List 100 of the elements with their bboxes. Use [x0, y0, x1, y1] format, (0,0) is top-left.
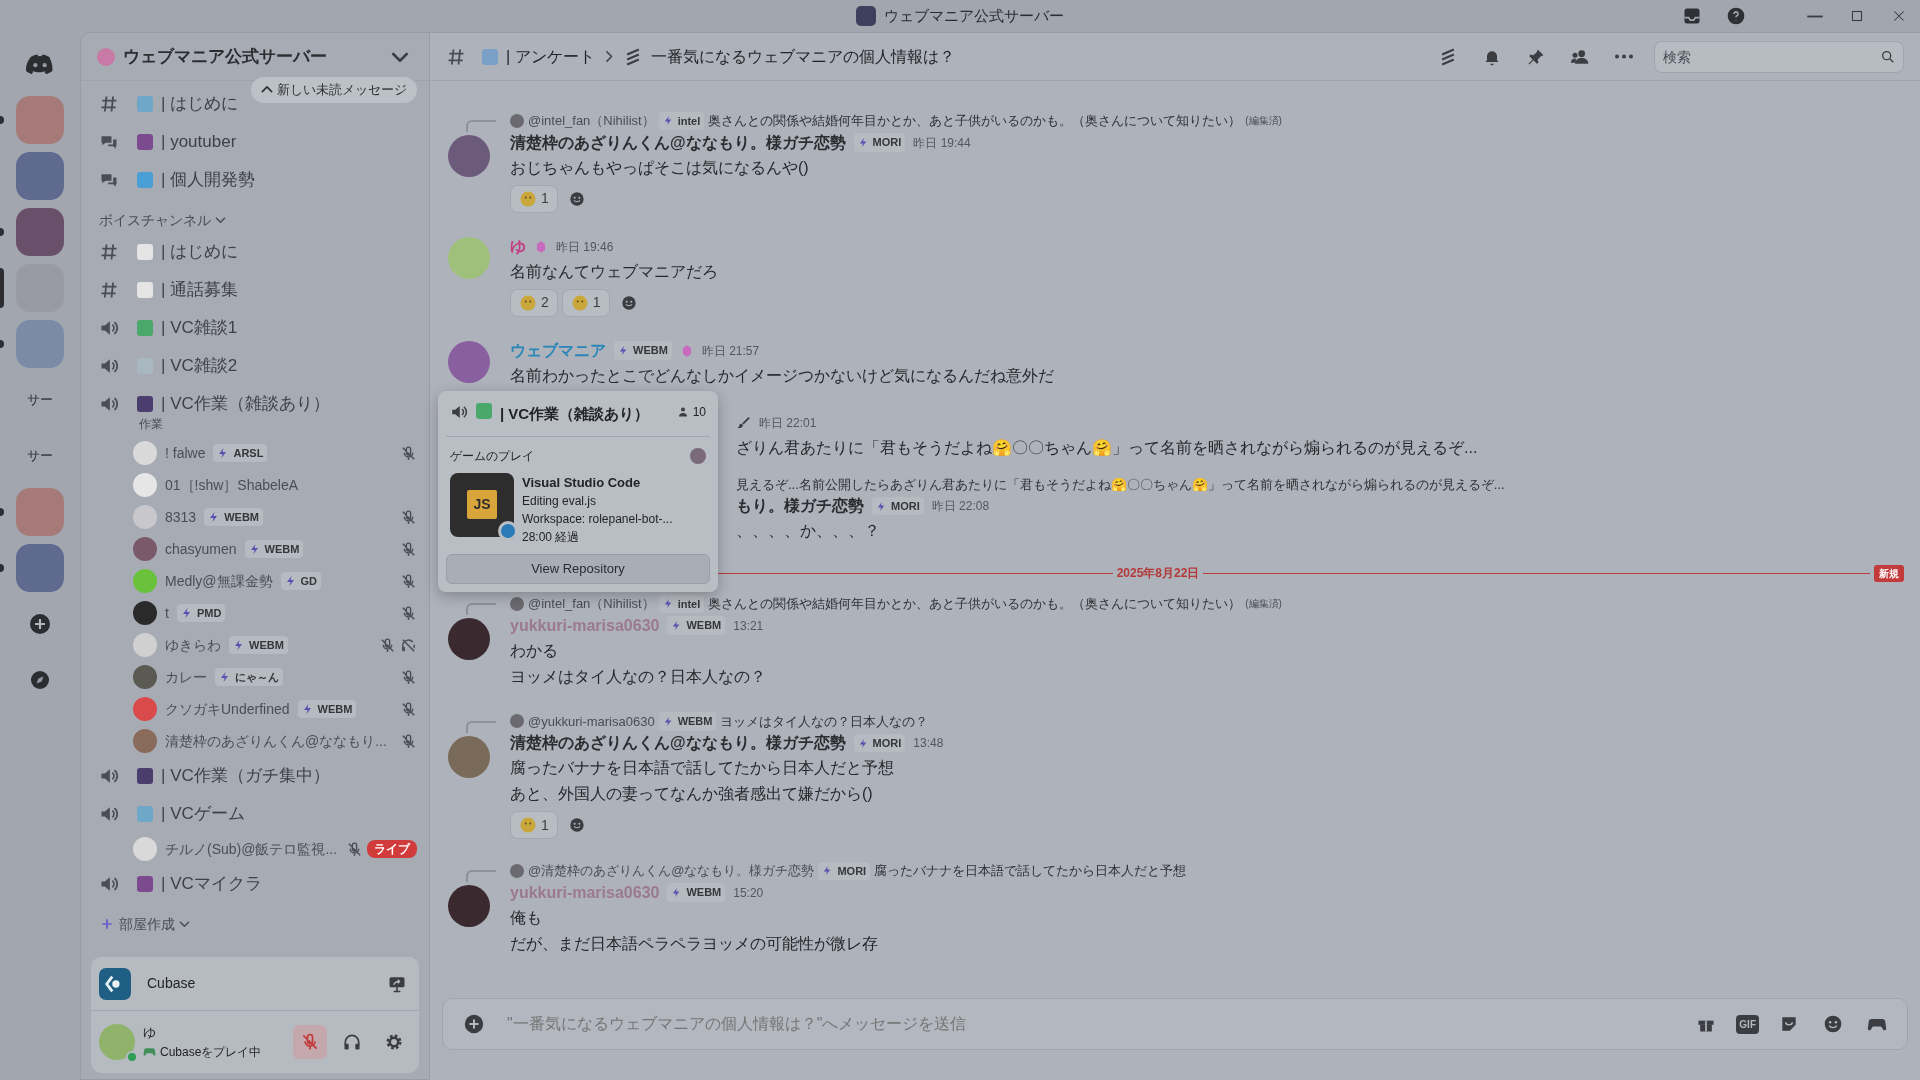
compass-icon: [28, 668, 52, 692]
category-label[interactable]: ボイスチャンネル: [99, 209, 211, 231]
message-text: おじちゃんもやっぱそこは気になるんや(): [510, 157, 810, 178]
avatar[interactable]: [448, 885, 490, 927]
voice-member[interactable]: 8313 WEBM: [81, 501, 429, 533]
mute-button[interactable]: [293, 1025, 327, 1059]
channel-item[interactable]: | 個人開発勢: [81, 161, 268, 199]
settings-icon: [384, 1032, 404, 1052]
reply-connector: [466, 870, 496, 882]
tag-icon: [248, 543, 261, 555]
voice-member[interactable]: ! falwe ARSL: [81, 437, 429, 469]
voice-member[interactable]: t PMD: [81, 597, 429, 629]
channel-item[interactable]: | VCゲーム: [81, 795, 257, 833]
author-name[interactable]: 清楚枠のあざりんくん@ななもり。様ガチ恋勢: [510, 130, 846, 155]
channel-emoji-icon: [137, 320, 153, 336]
channel-item[interactable]: | VC雑談1: [81, 309, 250, 347]
reply-author[interactable]: @清楚枠のあざりんくん@ななもり。様ガチ恋勢: [528, 861, 815, 881]
guild-tag: MORI: [872, 496, 924, 516]
avatar: [133, 441, 157, 465]
edited-label: (編集済): [1245, 114, 1282, 129]
channel-item[interactable]: | はじめに: [81, 233, 251, 271]
reaction-button[interactable]: 1: [510, 184, 558, 213]
reply-avatar: [510, 113, 524, 128]
category-label[interactable]: 部屋作成: [119, 913, 175, 935]
channel-emoji-icon: [482, 48, 498, 65]
voice-member[interactable]: 01［!shw］ShabeleA: [81, 469, 429, 501]
reply-text[interactable]: 奥さんとの関係や結婚何年目かとか、あと子供がいるのかも。（奥さんについて知りたい）: [708, 594, 1242, 614]
plus-icon: [99, 916, 115, 932]
reaction-button[interactable]: 2: [510, 288, 558, 317]
reply-text[interactable]: 腐ったバナナを日本語で話してたから日本人だと予想: [874, 861, 1187, 881]
gif-button[interactable]: GIF: [1736, 1014, 1759, 1034]
new-badge: 新規: [1874, 564, 1904, 582]
voice-member[interactable]: チルノ(Sub)@飯テロ監視... ライブ: [81, 833, 429, 865]
voice-member[interactable]: ゆきらわ WEBM: [81, 629, 429, 661]
reply-text[interactable]: 奥さんとの関係や結婚何年目かとか、あと子供がいるのかも。（奥さんについて知りたい）: [708, 111, 1242, 131]
message-text: あと、外国人の妻ってなんか強者感出て嫌だから(): [510, 784, 874, 804]
voice-member[interactable]: Medly@無課金勢 GD: [81, 565, 429, 597]
timestamp: 13:21: [733, 617, 764, 635]
avatar[interactable]: [448, 135, 490, 177]
chevron-up-icon: [261, 86, 273, 94]
view-repository-button[interactable]: View Repository: [446, 554, 710, 584]
channel-item[interactable]: | VCマイクラ: [81, 865, 274, 903]
hash-icon: [446, 46, 466, 67]
reply-avatar: [510, 863, 524, 878]
inbox-icon: [1682, 6, 1702, 26]
message-input[interactable]: "一番気になるウェブマニアの個人情報は？"へメッセージを送信: [505, 1011, 1677, 1037]
new-messages-toast[interactable]: 新しい未読メッセージ: [251, 77, 417, 103]
reply-author[interactable]: @intel_fan（Nihilist）: [528, 594, 655, 614]
channel-item[interactable]: | youtuber: [81, 123, 249, 161]
channel-name[interactable]: | アンケート: [506, 44, 595, 69]
timestamp: 13:48: [913, 735, 944, 752]
channel-item[interactable]: | VC作業（ガチ集中）: [81, 757, 342, 795]
voice-member[interactable]: カレー にゃ～ん: [81, 661, 429, 693]
avatar[interactable]: [448, 618, 490, 660]
reply-author[interactable]: @yukkuri-marisa0630: [528, 711, 655, 731]
message-text: だが、まだ日本語ペラペラヨッメの可能性が微レ存: [510, 933, 879, 954]
channel-emoji-icon: [137, 172, 153, 188]
voice-member[interactable]: クソガキUnderfined WEBM: [81, 693, 429, 725]
author-name[interactable]: 清楚枠のあざりんくん@ななもり。様ガチ恋勢: [510, 731, 846, 755]
live-badge: ライブ: [367, 840, 417, 858]
avatar: [133, 537, 157, 561]
guild-tag: GD: [280, 571, 322, 591]
speaker-icon: [450, 403, 468, 421]
timestamp: 昨日 19:44: [913, 134, 971, 152]
emoji-icon: [570, 293, 589, 312]
voice-member[interactable]: chasyumen WEBM: [81, 533, 429, 565]
app-name: Visual Studio Code: [522, 473, 642, 492]
avatar: [133, 569, 157, 593]
sticker-icon: [1779, 1014, 1799, 1034]
mute-icon: [300, 1032, 320, 1052]
server-name[interactable]: ウェブマニア公式サーバー: [123, 43, 327, 70]
reply-text[interactable]: 見えるぞ...名前公開したらあざりん君あたりに「君もそうだよね🤗〇〇ちゃん🤗」って名前を晒されながら煽られるのが見えるぞ...: [736, 474, 1505, 494]
breadcrumb-chevron-icon: [605, 50, 613, 63]
reply-author[interactable]: @intel_fan（Nihilist）: [528, 111, 655, 131]
guild-tag: PMD: [176, 603, 226, 623]
smile-icon: [620, 294, 637, 311]
timestamp: 昨日 19:46: [556, 238, 614, 256]
channel-item[interactable]: | VC雑談2: [81, 347, 250, 385]
smile-icon: [568, 190, 585, 207]
emoji-icon: [1823, 1014, 1843, 1034]
tag-icon: [233, 639, 245, 651]
user-name: ゆ: [143, 1024, 157, 1043]
channel-item[interactable]: | 通話募集: [81, 271, 251, 309]
activity-detail: Workspace: rolepanel-bot-...: [522, 511, 673, 528]
search-field[interactable]: 検索: [1654, 40, 1904, 73]
reaction-button[interactable]: 1: [561, 288, 610, 317]
channel-item[interactable]: | はじめに: [81, 85, 251, 123]
reaction-button[interactable]: 1: [510, 811, 558, 839]
server-icon[interactable]: [16, 208, 64, 256]
author-name[interactable]: もり。様ガチ恋勢: [736, 494, 864, 518]
guild-tag: WEBM: [667, 883, 726, 902]
reply-avatar: [510, 714, 524, 729]
message-composer[interactable]: "一番気になるウェブマニアの個人情報は？"へメッセージを送信 GIF: [442, 998, 1908, 1050]
reply-text[interactable]: ヨッメはタイ人なの？日本人なの？: [720, 711, 929, 731]
timestamp: 昨日 21:57: [701, 342, 760, 360]
voice-member[interactable]: 清楚枠のあざりんくん@ななもり...: [81, 725, 429, 757]
channel-emoji-icon: [137, 134, 153, 150]
tag-icon: [618, 345, 629, 356]
timestamp: 昨日 22:01: [759, 414, 817, 432]
minimize-icon: [1806, 14, 1824, 18]
